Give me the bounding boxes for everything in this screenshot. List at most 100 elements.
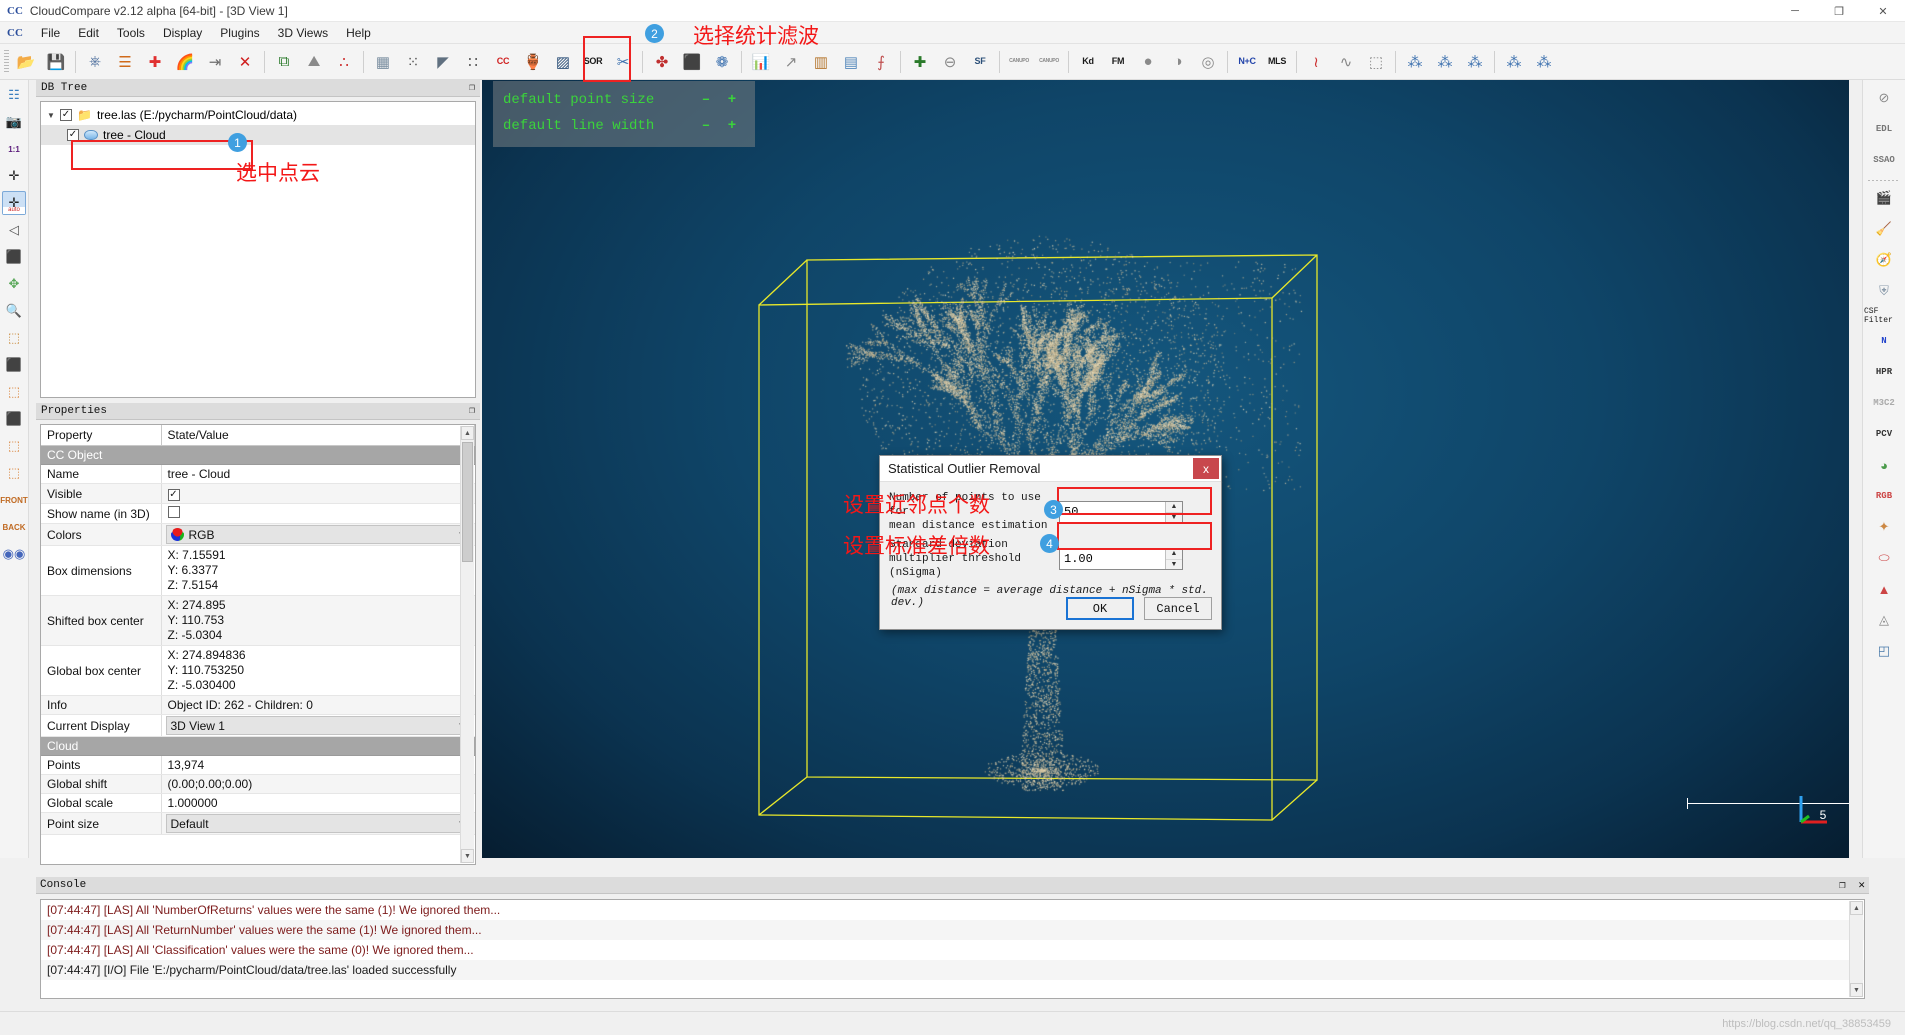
left-toolbar-auto-pick-rotation-center-button[interactable]: ✛ auto: [2, 191, 26, 215]
right-toolbar-compass-tool-button[interactable]: 🧭: [1868, 246, 1900, 274]
property-checkbox[interactable]: ✓: [167, 489, 180, 501]
toolbar-contour-plot-1-button[interactable]: ⁂: [1500, 48, 1528, 76]
right-toolbar-m3c2-tool-button[interactable]: M3C2: [1868, 389, 1900, 417]
right-toolbar-poisson-recon-button[interactable]: ◕: [1868, 451, 1900, 479]
right-toolbar-qanimation-button[interactable]: ⬭: [1868, 544, 1900, 572]
toolbar-unroll-cloud-button[interactable]: ∷: [459, 48, 487, 76]
left-toolbar-capture-screenshot-button[interactable]: 📷: [2, 110, 26, 134]
scroll-up-icon[interactable]: ▲: [461, 426, 474, 440]
db-tree-float-icon[interactable]: ❐: [469, 82, 475, 94]
left-toolbar-view-bottom-button[interactable]: ⬚: [2, 380, 26, 404]
nsigma-input[interactable]: [1060, 549, 1165, 569]
left-toolbar-zoom-one-to-one-button[interactable]: 1:1: [2, 137, 26, 161]
right-toolbar-north-arrow-button[interactable]: N: [1868, 327, 1900, 355]
toolbar-open-file-button[interactable]: 📂: [12, 48, 40, 76]
left-toolbar-toggle-camera-projection-button[interactable]: ◁: [2, 218, 26, 242]
toolbar-cloud-cloud-dist-button[interactable]: ∴: [330, 48, 358, 76]
toolbar-checkerboard-texture-button[interactable]: ▨: [549, 48, 577, 76]
left-toolbar-pick-rotation-center-button[interactable]: ✛: [2, 164, 26, 188]
toolbar-min-max-scalar-button[interactable]: ▥: [807, 48, 835, 76]
close-button[interactable]: ✕: [1861, 0, 1905, 22]
menu-help[interactable]: Help: [337, 24, 380, 42]
left-toolbar-view-back-label-button[interactable]: BACK: [2, 515, 26, 539]
properties-scrollbar[interactable]: ▲ ▼: [460, 426, 474, 863]
toolbar-scalar-field-arith-button[interactable]: ⨍: [867, 48, 895, 76]
knn-spin-down-icon[interactable]: ▼: [1166, 512, 1182, 522]
toolbar-mesh-edit-button[interactable]: ⬚: [1362, 48, 1390, 76]
menu-tools[interactable]: Tools: [108, 24, 154, 42]
right-toolbar-csf-filter-shield-button[interactable]: ⛨: [1868, 277, 1900, 305]
property-dropdown[interactable]: RGB▼: [165, 525, 471, 544]
toolbar-mls-smooth-button[interactable]: MLS: [1263, 48, 1291, 76]
right-toolbar-cork-boolean-button[interactable]: ◬: [1868, 606, 1900, 634]
property-checkbox[interactable]: [167, 506, 180, 518]
left-toolbar-view-back-button[interactable]: ⬚: [2, 434, 26, 458]
toolbar-sample-points-button[interactable]: ⁙: [399, 48, 427, 76]
toolbar-kd-tree-button[interactable]: Kd: [1074, 48, 1102, 76]
toolbar-save-file-button[interactable]: 💾: [42, 48, 70, 76]
ok-button[interactable]: OK: [1066, 597, 1134, 620]
tree-item-cloud[interactable]: ✓ tree - Cloud: [41, 125, 475, 145]
right-toolbar-ssao-shader-button[interactable]: SSAO: [1868, 146, 1900, 174]
console-scrollbar[interactable]: ▲ ▼: [1849, 901, 1863, 997]
property-dropdown[interactable]: Default▼: [165, 814, 471, 833]
property-value[interactable]: 3D View 1▼: [161, 714, 475, 737]
toolbar-delete-entity-button[interactable]: ✕: [231, 48, 259, 76]
console-scroll-down-icon[interactable]: ▼: [1850, 983, 1863, 997]
toolbar-enter-scalar-button[interactable]: ⇥: [201, 48, 229, 76]
toolbar-clone-entity-button[interactable]: ❁: [708, 48, 736, 76]
toolbar-sphere-fit-button[interactable]: ●: [1134, 48, 1162, 76]
toolbar-contour-plot-2-button[interactable]: ⁂: [1530, 48, 1558, 76]
cancel-button[interactable]: Cancel: [1144, 597, 1212, 620]
toolbar-segment-mesh-button[interactable]: ⛰: [300, 48, 328, 76]
nsigma-spin-up-icon[interactable]: ▲: [1166, 549, 1182, 560]
toolbar-label-connected-1-button[interactable]: ⁂: [1401, 48, 1429, 76]
menu-file[interactable]: File: [32, 24, 69, 42]
toolbar-label-connected-3-button[interactable]: ⁂: [1461, 48, 1489, 76]
toolbar-canupo-classify-button[interactable]: CANUPO: [1035, 48, 1063, 76]
toolbar-ransac-shape-button[interactable]: ◑: [1164, 48, 1192, 76]
property-dropdown[interactable]: 3D View 1▼: [165, 716, 471, 735]
tree-cloud-checkbox[interactable]: ✓: [67, 129, 79, 141]
scroll-thumb[interactable]: [462, 442, 473, 562]
console-float-icon[interactable]: ❐: [1839, 880, 1846, 892]
right-toolbar-hpr-tool-button[interactable]: HPR: [1868, 358, 1900, 386]
maximize-button[interactable]: ❐: [1817, 0, 1861, 22]
right-toolbar-facets-tool-button[interactable]: ◰: [1868, 637, 1900, 665]
toolbar-gradient-field-button[interactable]: ▤: [837, 48, 865, 76]
toolbar-properties-list-button[interactable]: ☰: [111, 48, 139, 76]
right-toolbar-ply-tool-button[interactable]: ▲: [1868, 575, 1900, 603]
toolbar-label-connected-2-button[interactable]: ⁂: [1431, 48, 1459, 76]
console-close-icon[interactable]: ✕: [1858, 880, 1865, 892]
left-toolbar-view-left-button[interactable]: ⬚: [2, 461, 26, 485]
menu-display[interactable]: Display: [154, 24, 211, 42]
toolbar-statistical-outlier-removal-button[interactable]: SOR: [579, 48, 607, 76]
toolbar-histogram-button[interactable]: 📊: [747, 48, 775, 76]
menu-3d-views[interactable]: 3D Views: [269, 24, 337, 42]
left-toolbar-stereo-mode-button[interactable]: ◉◉: [2, 542, 26, 566]
nsigma-spin-down-icon[interactable]: ▼: [1166, 559, 1182, 569]
minimize-button[interactable]: ─: [1773, 0, 1817, 22]
console-scroll-up-icon[interactable]: ▲: [1850, 901, 1863, 915]
toolbar-add-constant-sf-button[interactable]: ✚: [906, 48, 934, 76]
left-toolbar-view-front-button[interactable]: ⬛: [2, 407, 26, 431]
toolbar-global-shift-settings-button[interactable]: ⎈: [81, 48, 109, 76]
toolbar-qhull-mesh-button[interactable]: ◎: [1194, 48, 1222, 76]
toolbar-crop-box-button[interactable]: ⬛: [678, 48, 706, 76]
right-toolbar-rgb-convert-button[interactable]: RGB: [1868, 482, 1900, 510]
toolbar-normals-compute-button[interactable]: N+C: [1233, 48, 1261, 76]
nsigma-spinbox[interactable]: ▲ ▼: [1059, 548, 1183, 570]
scroll-down-icon[interactable]: ▼: [461, 849, 474, 863]
left-toolbar-zoom-tool-button[interactable]: 🔍: [2, 299, 26, 323]
knn-spinbox[interactable]: ▲ ▼: [1059, 501, 1183, 523]
toolbar-cc-compare-button[interactable]: CC: [489, 48, 517, 76]
toolbar-subsample-cloud-button[interactable]: ◤: [429, 48, 457, 76]
left-toolbar-view-top-button[interactable]: ⬛: [2, 353, 26, 377]
property-value[interactable]: RGB▼: [161, 523, 475, 546]
tree-root-checkbox[interactable]: ✓: [60, 109, 72, 121]
right-toolbar-colorimetric-seg-button[interactable]: ✦: [1868, 513, 1900, 541]
left-toolbar-set-orthographic-view-button[interactable]: ⬛: [2, 245, 26, 269]
toolbar-facet-mesh-button[interactable]: FM: [1104, 48, 1132, 76]
property-value[interactable]: Default▼: [161, 812, 475, 835]
knn-input[interactable]: [1060, 502, 1165, 522]
